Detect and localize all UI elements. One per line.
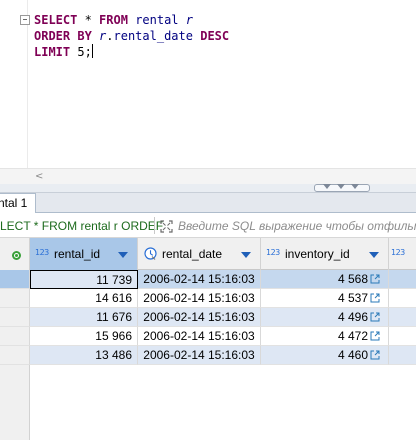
sql-editor[interactable]: SELECT * FROM rental r ORDER BY r.rental_… xyxy=(0,0,416,168)
cell-rental-date[interactable]: 2006-02-14 15:16:03 xyxy=(138,270,261,289)
code-token: . xyxy=(106,29,114,43)
column-header-rental-id[interactable]: 123 rental_id xyxy=(30,238,138,270)
cell-rental-date[interactable]: 2006-02-14 15:16:03 xyxy=(138,289,261,308)
code-line[interactable]: SELECT * FROM rental r xyxy=(34,12,229,28)
row-number-cell[interactable] xyxy=(0,308,30,327)
column-header-next[interactable]: 123 xyxy=(389,238,416,270)
sort-filter-icon[interactable] xyxy=(369,252,379,258)
table-row[interactable]: 13 486 2006-02-14 15:16:03 4 460 xyxy=(0,346,416,365)
cell-inventory-id[interactable]: 4 460 xyxy=(261,346,389,365)
cell-next-column[interactable] xyxy=(389,289,416,308)
open-reference-icon[interactable] xyxy=(370,274,380,284)
code-token: SELECT xyxy=(34,13,78,27)
cell-value: 4 460 xyxy=(337,348,368,362)
open-reference-icon[interactable] xyxy=(370,350,380,360)
cell-rental-id[interactable]: 13 486 xyxy=(30,346,138,365)
cell-value: 4 568 xyxy=(337,272,368,286)
cell-rental-date[interactable]: 2006-02-14 15:16:03 xyxy=(138,346,261,365)
chevron-down-icon xyxy=(323,184,331,189)
row-number-cell[interactable] xyxy=(0,289,30,308)
numeric-type-icon: 123 xyxy=(266,248,280,257)
chevron-down-icon xyxy=(337,184,345,189)
cell-next-column[interactable] xyxy=(389,346,416,365)
chevron-down-icon xyxy=(351,184,359,189)
row-number-cell[interactable] xyxy=(0,346,30,365)
code-token: * xyxy=(77,13,100,27)
sort-filter-icon[interactable] xyxy=(118,252,128,258)
sort-filter-icon[interactable] xyxy=(241,252,251,258)
grid-header: 123 rental_id rental_date 123 inventory_… xyxy=(0,238,416,270)
cell-value: 4 496 xyxy=(337,310,368,324)
numeric-type-icon: 123 xyxy=(391,248,405,257)
fold-collapse-icon[interactable] xyxy=(20,15,30,25)
cell-value: 4 537 xyxy=(337,291,368,305)
column-header-rental-date[interactable]: rental_date xyxy=(138,238,261,270)
filter-input[interactable] xyxy=(178,216,416,235)
cell-next-column[interactable] xyxy=(389,308,416,327)
code-token: LIMIT xyxy=(34,45,71,59)
cell-rental-id[interactable]: 11 739 xyxy=(30,270,138,289)
column-name: inventory_id xyxy=(285,247,350,261)
row-number-column-empty xyxy=(0,365,30,440)
cell-inventory-id[interactable]: 4 496 xyxy=(261,308,389,327)
active-query-label[interactable]: ELECT * FROM rental r ORDEF xyxy=(0,219,163,233)
numeric-type-icon: 123 xyxy=(35,248,49,257)
expand-filter-icon[interactable] xyxy=(160,220,173,233)
code-line[interactable]: ORDER BY r.rental_date DESC xyxy=(34,28,229,44)
filter-bar: ELECT * FROM rental r ORDEF xyxy=(0,213,416,238)
editor-results-sash[interactable] xyxy=(0,184,416,193)
code-token: ORDER BY xyxy=(34,29,92,43)
open-reference-icon[interactable] xyxy=(370,312,380,322)
cell-rental-id[interactable]: 15 966 xyxy=(30,327,138,346)
cell-rental-date[interactable]: 2006-02-14 15:16:03 xyxy=(138,308,261,327)
record-mode-icon[interactable] xyxy=(12,251,21,260)
cell-rental-id[interactable]: 11 676 xyxy=(30,308,138,327)
row-number-cell[interactable] xyxy=(0,327,30,346)
results-grid[interactable]: 123 rental_id rental_date 123 inventory_… xyxy=(0,238,416,440)
cell-next-column[interactable] xyxy=(389,270,416,289)
column-name: rental_id xyxy=(54,247,101,261)
cell-value: 4 472 xyxy=(337,329,368,343)
cell-inventory-id[interactable]: 4 537 xyxy=(261,289,389,308)
code-token: ; xyxy=(84,45,92,59)
cell-inventory-id[interactable]: 4 568 xyxy=(261,270,389,289)
text-caret xyxy=(91,44,93,58)
cell-inventory-id[interactable]: 4 472 xyxy=(261,327,389,346)
tab-rental-1[interactable]: ntal 1 xyxy=(0,193,36,213)
code-token: FROM xyxy=(99,13,128,27)
open-reference-icon[interactable] xyxy=(370,331,380,341)
code-token: 5 xyxy=(77,45,85,59)
code-line[interactable]: LIMIT 5; xyxy=(34,44,229,60)
table-row[interactable]: 11 676 2006-02-14 15:16:03 4 496 xyxy=(0,308,416,327)
column-header-inventory-id[interactable]: 123 inventory_id xyxy=(261,238,389,270)
sash-toggle-button[interactable] xyxy=(314,184,370,192)
table-row[interactable]: 14 616 2006-02-14 15:16:03 4 537 xyxy=(0,289,416,308)
filter-divider xyxy=(154,217,155,234)
cell-next-column[interactable] xyxy=(389,327,416,346)
table-row[interactable]: 11 739 2006-02-14 15:16:03 4 568 xyxy=(0,270,416,289)
code-token: DESC xyxy=(200,29,230,43)
cell-rental-date[interactable]: 2006-02-14 15:16:03 xyxy=(138,327,261,346)
row-number-cell[interactable] xyxy=(0,270,30,289)
datetime-type-icon xyxy=(144,247,157,260)
code-token: rental xyxy=(135,13,179,27)
column-name: rental_date xyxy=(162,247,223,261)
table-row[interactable]: 15 966 2006-02-14 15:16:03 4 472 xyxy=(0,327,416,346)
editor-horizontal-scrollbar[interactable]: < xyxy=(0,168,416,184)
cell-rental-id[interactable]: 14 616 xyxy=(30,289,138,308)
sql-code[interactable]: SELECT * FROM rental r ORDER BY r.rental_… xyxy=(34,12,229,60)
code-token: rental_date xyxy=(113,29,193,43)
open-reference-icon[interactable] xyxy=(370,293,380,303)
scroll-left-icon[interactable]: < xyxy=(35,171,43,182)
gutter-divider xyxy=(27,0,28,168)
code-token: r xyxy=(185,13,194,27)
editor-gutter xyxy=(0,0,27,168)
row-header-corner[interactable] xyxy=(0,238,30,270)
results-tab-bar: ntal 1 xyxy=(0,193,416,213)
